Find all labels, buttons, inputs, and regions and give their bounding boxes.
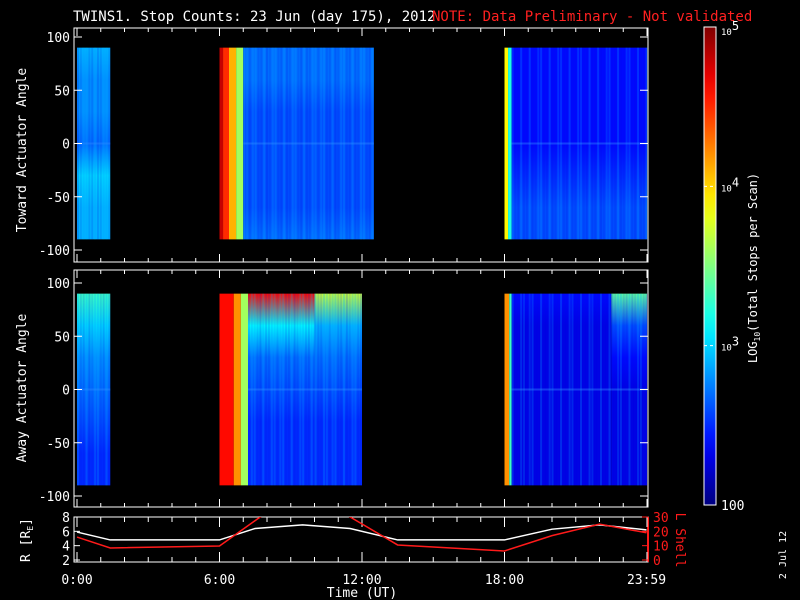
spectrogram-segment — [223, 47, 229, 240]
x-tick-label: 6:00 — [204, 573, 235, 588]
colorbar: 105104103100 — [703, 19, 744, 514]
zero-angle-band — [248, 388, 315, 391]
y-tick-label: -100 — [39, 244, 70, 259]
zero-angle-band — [243, 142, 374, 145]
lshell-axis-label: L Shell — [672, 513, 687, 568]
y-tick-label: 0 — [62, 138, 70, 153]
r-series-line — [76, 524, 647, 541]
top-ylabel: Toward Actuator Angle — [15, 68, 30, 233]
x-tick-label: 18:00 — [485, 573, 524, 588]
away-angle-panel: 100 50 0 -50 -100 — [39, 269, 649, 508]
zero-angle-band — [511, 142, 647, 145]
spectrogram-segment — [229, 47, 237, 240]
colorbar-scale — [703, 26, 717, 506]
r-tick-label: 2 — [62, 554, 70, 569]
r-axis-label: R [RE] — [19, 518, 35, 562]
date-stamp: 2 Jul 12 — [778, 531, 789, 579]
zero-angle-band — [511, 388, 612, 391]
preliminary-note: NOTE: Data Preliminary - Not validated — [432, 9, 752, 25]
lshell-tick-label: 10 — [653, 540, 669, 555]
r-tick-label: 4 — [62, 540, 70, 555]
r-tick-label: 8 — [62, 511, 70, 526]
spectrogram-figure: TWINS1. Stop Counts: 23 Jun (day 175), 2… — [15, 9, 789, 600]
spectrogram-segment — [219, 293, 234, 486]
x-tick-label: 0:00 — [61, 573, 92, 588]
colorbar-tick-label: 104 — [721, 175, 739, 194]
y-tick-label: 100 — [47, 277, 70, 292]
spectrogram-segment — [509, 293, 512, 486]
colorbar-tick-label: 103 — [721, 335, 739, 354]
r-tick-label: 6 — [62, 525, 70, 540]
y-tick-label: -50 — [47, 437, 70, 452]
spectrogram-segment — [240, 293, 248, 486]
colorbar-label: LOG10(Total Stops per Scan) — [746, 173, 762, 363]
spectrogram-segment — [504, 293, 510, 486]
lshell-tick-label: 0 — [653, 554, 661, 569]
x-axis-label: Time (UT) — [327, 586, 397, 600]
lshell-tick-label: 30 — [653, 511, 669, 526]
zero-angle-band — [314, 388, 362, 391]
y-tick-label: 0 — [62, 384, 70, 399]
bottom-ylabel: Away Actuator Angle — [15, 313, 30, 462]
colorbar-tick-label: 100 — [721, 499, 744, 514]
y-tick-label: -50 — [47, 191, 70, 206]
plot-title: TWINS1. Stop Counts: 23 Jun (day 175), 2… — [73, 9, 435, 25]
spectrogram-segment — [236, 47, 244, 240]
y-tick-label: 50 — [54, 84, 70, 99]
spectrogram-segment — [508, 47, 512, 240]
x-tick-label: 23:59 — [627, 573, 666, 588]
y-tick-label: 50 — [54, 330, 70, 345]
spectrogram-segment — [504, 47, 509, 240]
toward-angle-panel: 100 50 0 -50 -100 — [39, 27, 649, 263]
spectrogram-segment — [233, 293, 241, 486]
y-tick-label: -100 — [39, 490, 70, 505]
spectrogram-segment — [219, 47, 224, 240]
orbit-panel: 0:00 6:00 12:00 18:00 23:5986423020100 — [61, 511, 668, 588]
y-tick-label: 100 — [47, 31, 70, 46]
lshell-tick-label: 20 — [653, 525, 669, 540]
